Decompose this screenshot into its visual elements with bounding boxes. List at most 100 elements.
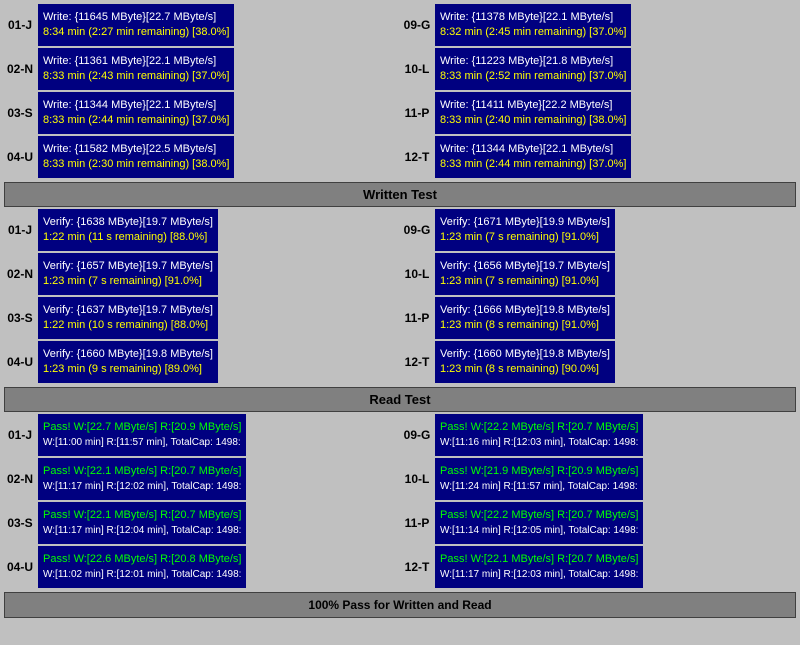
pass-cell-09g: Pass! W:[22.2 MByte/s] R:[20.7 MByte/s] … xyxy=(435,414,643,456)
pass-03s-line2: W:[11:17 min] R:[12:04 min], TotalCap: 1… xyxy=(43,524,241,538)
write-09g-line1: Write: {11378 MByte}[22.1 MByte/s] xyxy=(440,10,626,25)
pass-row-10l-wrapper: 10-L Pass! W:[21.9 MByte/s] R:[20.9 MByt… xyxy=(401,458,796,500)
pass-grid: 01-J Pass! W:[22.7 MByte/s] R:[20.9 MByt… xyxy=(4,414,796,588)
pass-row-04u-wrapper: 04-U Pass! W:[22.6 MByte/s] R:[20.8 MByt… xyxy=(4,546,399,588)
write-row-01j-wrapper: 01-J Write: {11645 MByte}[22.7 MByte/s] … xyxy=(4,4,399,46)
write-row-04u-wrapper: 04-U Write: {11582 MByte}[22.5 MByte/s] … xyxy=(4,136,399,178)
pass-09g-line1: Pass! W:[22.2 MByte/s] R:[20.7 MByte/s] xyxy=(440,420,638,435)
label-04u: 04-U xyxy=(4,136,36,178)
pass-02n-line1: Pass! W:[22.1 MByte/s] R:[20.7 MByte/s] xyxy=(43,464,241,479)
write-11p-line1: Write: {11411 MByte}[22.2 MByte/s] xyxy=(440,98,626,113)
written-test-header: Written Test xyxy=(4,182,796,207)
write-row-10l-wrapper: 10-L Write: {11223 MByte}[21.8 MByte/s] … xyxy=(401,48,796,90)
pass-cell-11p: Pass! W:[22.2 MByte/s] R:[20.7 MByte/s] … xyxy=(435,502,643,544)
write-row-09g-wrapper: 09-G Write: {11378 MByte}[22.1 MByte/s] … xyxy=(401,4,796,46)
pass-row-11p-wrapper: 11-P Pass! W:[22.2 MByte/s] R:[20.7 MByt… xyxy=(401,502,796,544)
verify-11p-line2: 1:23 min (8 s remaining) [91.0%] xyxy=(440,318,610,333)
label-01j: 01-J xyxy=(4,4,36,46)
pass-11p-line1: Pass! W:[22.2 MByte/s] R:[20.7 MByte/s] xyxy=(440,508,638,523)
verify-label-02n: 02-N xyxy=(4,253,36,295)
pass-01j-line2: W:[11:00 min] R:[11:57 min], TotalCap: 1… xyxy=(43,436,241,450)
write-02n-line1: Write: {11361 MByte}[22.1 MByte/s] xyxy=(43,54,229,69)
status-bar: 100% Pass for Written and Read xyxy=(4,592,796,618)
write-cell-03s: Write: {11344 MByte}[22.1 MByte/s] 8:33 … xyxy=(38,92,234,134)
verify-label-09g: 09-G xyxy=(401,209,433,251)
verify-09g-line1: Verify: {1671 MByte}[19.9 MByte/s] xyxy=(440,215,610,230)
pass-03s-line1: Pass! W:[22.1 MByte/s] R:[20.7 MByte/s] xyxy=(43,508,241,523)
write-cell-02n: Write: {11361 MByte}[22.1 MByte/s] 8:33 … xyxy=(38,48,234,90)
verify-01j-line1: Verify: {1638 MByte}[19.7 MByte/s] xyxy=(43,215,213,230)
verify-09g-line2: 1:23 min (7 s remaining) [91.0%] xyxy=(440,230,610,245)
verify-12t-line2: 1:23 min (8 s remaining) [90.0%] xyxy=(440,362,610,377)
pass-cell-10l: Pass! W:[21.9 MByte/s] R:[20.9 MByte/s] … xyxy=(435,458,643,500)
pass-row-09g-wrapper: 09-G Pass! W:[22.2 MByte/s] R:[20.7 MByt… xyxy=(401,414,796,456)
write-12t-line1: Write: {11344 MByte}[22.1 MByte/s] xyxy=(440,142,626,157)
write-03s-line2: 8:33 min (2:44 min remaining) [37.0%] xyxy=(43,113,229,128)
pass-label-02n: 02-N xyxy=(4,458,36,500)
label-09g: 09-G xyxy=(401,4,433,46)
verify-cell-03s: Verify: {1637 MByte}[19.7 MByte/s] 1:22 … xyxy=(38,297,218,339)
write-cell-12t: Write: {11344 MByte}[22.1 MByte/s] 8:33 … xyxy=(435,136,631,178)
write-01j-line1: Write: {11645 MByte}[22.7 MByte/s] xyxy=(43,10,229,25)
write-grid: 01-J Write: {11645 MByte}[22.7 MByte/s] … xyxy=(4,4,796,178)
verify-cell-09g: Verify: {1671 MByte}[19.9 MByte/s] 1:23 … xyxy=(435,209,615,251)
pass-01j-line1: Pass! W:[22.7 MByte/s] R:[20.9 MByte/s] xyxy=(43,420,241,435)
verify-04u-line1: Verify: {1660 MByte}[19.8 MByte/s] xyxy=(43,347,213,362)
label-12t: 12-T xyxy=(401,136,433,178)
write-section: 01-J Write: {11645 MByte}[22.7 MByte/s] … xyxy=(4,4,796,178)
pass-10l-line2: W:[11:24 min] R:[11:57 min], TotalCap: 1… xyxy=(440,480,638,494)
verify-row-02n-wrapper: 02-N Verify: {1657 MByte}[19.7 MByte/s] … xyxy=(4,253,399,295)
label-02n: 02-N xyxy=(4,48,36,90)
write-row-12t-wrapper: 12-T Write: {11344 MByte}[22.1 MByte/s] … xyxy=(401,136,796,178)
pass-label-12t: 12-T xyxy=(401,546,433,588)
write-09g-line2: 8:32 min (2:45 min remaining) [37.0%] xyxy=(440,25,626,40)
pass-cell-02n: Pass! W:[22.1 MByte/s] R:[20.7 MByte/s] … xyxy=(38,458,246,500)
pass-09g-line2: W:[11:16 min] R:[12:03 min], TotalCap: 1… xyxy=(440,436,638,450)
verify-01j-line2: 1:22 min (11 s remaining) [88.0%] xyxy=(43,230,213,245)
pass-cell-04u: Pass! W:[22.6 MByte/s] R:[20.8 MByte/s] … xyxy=(38,546,246,588)
pass-cell-01j: Pass! W:[22.7 MByte/s] R:[20.9 MByte/s] … xyxy=(38,414,246,456)
verify-label-04u: 04-U xyxy=(4,341,36,383)
verify-03s-line2: 1:22 min (10 s remaining) [88.0%] xyxy=(43,318,213,333)
write-cell-01j: Write: {11645 MByte}[22.7 MByte/s] 8:34 … xyxy=(38,4,234,46)
pass-row-01j-wrapper: 01-J Pass! W:[22.7 MByte/s] R:[20.9 MByt… xyxy=(4,414,399,456)
write-03s-line1: Write: {11344 MByte}[22.1 MByte/s] xyxy=(43,98,229,113)
write-10l-line2: 8:33 min (2:52 min remaining) [37.0%] xyxy=(440,69,626,84)
pass-section: 01-J Pass! W:[22.7 MByte/s] R:[20.9 MByt… xyxy=(4,414,796,588)
read-test-header: Read Test xyxy=(4,387,796,412)
pass-10l-line1: Pass! W:[21.9 MByte/s] R:[20.9 MByte/s] xyxy=(440,464,638,479)
label-03s: 03-S xyxy=(4,92,36,134)
verify-label-03s: 03-S xyxy=(4,297,36,339)
write-cell-11p: Write: {11411 MByte}[22.2 MByte/s] 8:33 … xyxy=(435,92,631,134)
verify-label-12t: 12-T xyxy=(401,341,433,383)
write-04u-line1: Write: {11582 MByte}[22.5 MByte/s] xyxy=(43,142,229,157)
verify-04u-line2: 1:23 min (9 s remaining) [89.0%] xyxy=(43,362,213,377)
pass-label-10l: 10-L xyxy=(401,458,433,500)
write-04u-line2: 8:33 min (2:30 min remaining) [38.0%] xyxy=(43,157,229,172)
verify-row-04u-wrapper: 04-U Verify: {1660 MByte}[19.8 MByte/s] … xyxy=(4,341,399,383)
verify-02n-line2: 1:23 min (7 s remaining) [91.0%] xyxy=(43,274,213,289)
verify-section: 01-J Verify: {1638 MByte}[19.7 MByte/s] … xyxy=(4,209,796,383)
verify-row-01j-wrapper: 01-J Verify: {1638 MByte}[19.7 MByte/s] … xyxy=(4,209,399,251)
verify-row-11p-wrapper: 11-P Verify: {1666 MByte}[19.8 MByte/s] … xyxy=(401,297,796,339)
main-container: 01-J Write: {11645 MByte}[22.7 MByte/s] … xyxy=(0,0,800,622)
verify-cell-04u: Verify: {1660 MByte}[19.8 MByte/s] 1:23 … xyxy=(38,341,218,383)
pass-label-11p: 11-P xyxy=(401,502,433,544)
pass-cell-03s: Pass! W:[22.1 MByte/s] R:[20.7 MByte/s] … xyxy=(38,502,246,544)
pass-label-04u: 04-U xyxy=(4,546,36,588)
verify-grid: 01-J Verify: {1638 MByte}[19.7 MByte/s] … xyxy=(4,209,796,383)
pass-04u-line2: W:[11:02 min] R:[12:01 min], TotalCap: 1… xyxy=(43,568,241,582)
write-01j-line2: 8:34 min (2:27 min remaining) [38.0%] xyxy=(43,25,229,40)
verify-row-10l-wrapper: 10-L Verify: {1656 MByte}[19.7 MByte/s] … xyxy=(401,253,796,295)
write-02n-line2: 8:33 min (2:43 min remaining) [37.0%] xyxy=(43,69,229,84)
pass-row-03s-wrapper: 03-S Pass! W:[22.1 MByte/s] R:[20.7 MByt… xyxy=(4,502,399,544)
pass-12t-line2: W:[11:17 min] R:[12:03 min], TotalCap: 1… xyxy=(440,568,638,582)
verify-cell-02n: Verify: {1657 MByte}[19.7 MByte/s] 1:23 … xyxy=(38,253,218,295)
verify-10l-line1: Verify: {1656 MByte}[19.7 MByte/s] xyxy=(440,259,610,274)
write-row-11p-wrapper: 11-P Write: {11411 MByte}[22.2 MByte/s] … xyxy=(401,92,796,134)
verify-row-09g-wrapper: 09-G Verify: {1671 MByte}[19.9 MByte/s] … xyxy=(401,209,796,251)
verify-label-01j: 01-J xyxy=(4,209,36,251)
pass-04u-line1: Pass! W:[22.6 MByte/s] R:[20.8 MByte/s] xyxy=(43,552,241,567)
pass-label-03s: 03-S xyxy=(4,502,36,544)
write-11p-line2: 8:33 min (2:40 min remaining) [38.0%] xyxy=(440,113,626,128)
